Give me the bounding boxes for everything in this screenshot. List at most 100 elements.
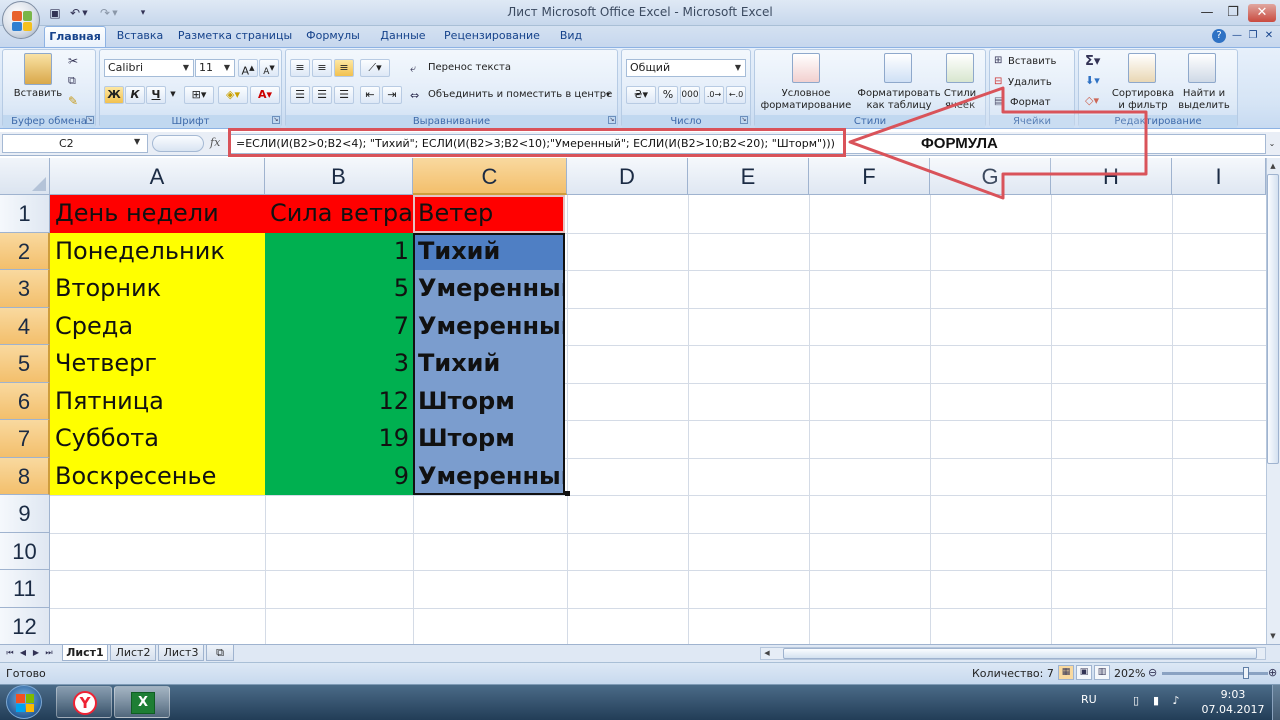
insert-function-icon[interactable]: fx <box>210 136 220 149</box>
clipboard-launcher-icon[interactable]: ↘ <box>86 116 94 124</box>
number-launcher-icon[interactable]: ↘ <box>740 116 748 124</box>
align-left-icon[interactable]: ☰ <box>290 86 310 104</box>
cell-b2[interactable]: 1 <box>265 232 413 270</box>
clock-date[interactable]: 07.04.2017 <box>1198 703 1268 716</box>
restore-icon[interactable]: ❐ <box>1222 4 1244 22</box>
insert-cells-button[interactable]: Вставить <box>1008 56 1056 68</box>
ribbon-restore-icon[interactable]: ❐ <box>1246 29 1260 43</box>
cell-a2[interactable]: Понедельник <box>50 232 265 270</box>
vertical-scroll-thumb[interactable] <box>1267 174 1279 464</box>
sheet-tab-1[interactable]: Лист1 <box>62 645 108 661</box>
cell-b5[interactable]: 3 <box>265 345 413 383</box>
row-header-9[interactable]: 9 <box>0 495 50 533</box>
tray-volume-icon[interactable]: ♪ <box>1170 694 1182 708</box>
sheet-tab-3[interactable]: Лист3 <box>158 645 204 661</box>
first-sheet-icon[interactable]: ⏮ <box>4 646 16 659</box>
wrap-text-button[interactable]: Перенос текста <box>428 62 511 74</box>
tray-network-icon[interactable]: ▮ <box>1150 694 1162 708</box>
zoom-slider[interactable] <box>1162 672 1268 675</box>
format-painter-icon[interactable]: ✎ <box>68 94 78 108</box>
orientation-icon[interactable]: ⟋▾ <box>360 59 390 77</box>
column-header-f[interactable]: F <box>809 158 930 195</box>
tab-formulas[interactable]: Формулы <box>300 26 366 47</box>
tray-language[interactable]: RU <box>1081 693 1097 706</box>
cell-c8[interactable]: Умеренный <box>413 457 563 495</box>
cell-b3[interactable]: 5 <box>265 270 413 308</box>
row-header-12[interactable]: 12 <box>0 607 50 645</box>
office-button[interactable] <box>2 1 40 39</box>
row-header-2[interactable]: 2 <box>0 232 50 270</box>
tab-view[interactable]: Вид <box>550 26 592 47</box>
tab-data[interactable]: Данные <box>372 26 434 47</box>
expand-formula-bar-icon[interactable]: ⌄ <box>1266 136 1278 152</box>
header-cell-b[interactable]: Сила ветра <box>265 195 413 233</box>
conditional-format-button[interactable]: Условное форматирование <box>756 88 856 112</box>
zoom-slider-thumb[interactable] <box>1243 667 1249 679</box>
column-header-h[interactable]: H <box>1051 158 1172 195</box>
cell-b7[interactable]: 19 <box>265 420 413 458</box>
cell-c2[interactable]: Тихий <box>413 232 563 270</box>
next-sheet-icon[interactable]: ▶ <box>30 646 42 659</box>
column-header-i[interactable]: I <box>1172 158 1266 195</box>
fill-color-icon[interactable]: ◈▾ <box>218 86 248 104</box>
row-header-8[interactable]: 8 <box>0 457 50 495</box>
header-cell-a[interactable]: День недели <box>50 195 265 233</box>
page-break-view-icon[interactable]: ▥ <box>1094 665 1110 680</box>
row-header-4[interactable]: 4 <box>0 307 50 345</box>
tab-review[interactable]: Рецензирование <box>440 26 544 47</box>
thousands-button[interactable]: 000 <box>680 86 700 104</box>
select-all-button[interactable] <box>0 158 50 195</box>
decrease-indent-icon[interactable]: ⇤ <box>360 86 380 104</box>
cell-b4[interactable]: 7 <box>265 307 413 345</box>
tab-home[interactable]: Главная <box>44 26 106 47</box>
undo-dropdown-icon[interactable]: ▼ <box>80 4 90 22</box>
cell-b6[interactable]: 12 <box>265 382 413 420</box>
row-header-5[interactable]: 5 <box>0 345 50 383</box>
cell-a7[interactable]: Суббота <box>50 420 265 458</box>
taskbar-yandex-browser[interactable]: Y <box>56 686 112 718</box>
grow-font-icon[interactable]: A▲ <box>238 59 258 78</box>
column-header-c[interactable]: C <box>413 158 567 195</box>
sheet-tab-2[interactable]: Лист2 <box>110 645 156 661</box>
prev-sheet-icon[interactable]: ◀ <box>17 646 29 659</box>
underline-button[interactable]: Ч <box>146 86 166 104</box>
column-header-b[interactable]: B <box>265 158 413 195</box>
name-box[interactable]: C2 <box>2 134 148 153</box>
align-right-icon[interactable]: ☰ <box>334 86 354 104</box>
borders-icon[interactable]: ⊞▾ <box>184 86 214 104</box>
copy-icon[interactable]: ⧉ <box>68 74 76 88</box>
cell-c3[interactable]: Умеренный <box>413 270 563 308</box>
cut-icon[interactable]: ✂ <box>68 54 78 68</box>
align-top-icon[interactable]: ≡ <box>290 59 310 77</box>
taskbar-excel[interactable]: X <box>114 686 170 718</box>
column-header-g[interactable]: G <box>930 158 1051 195</box>
format-as-table-button[interactable]: Форматировать как таблицу <box>856 88 942 112</box>
name-box-dropdown-icon[interactable]: ▼ <box>134 137 140 146</box>
font-launcher-icon[interactable]: ↘ <box>272 116 280 124</box>
delete-cells-button[interactable]: Удалить <box>1008 77 1052 89</box>
minimize-icon[interactable]: — <box>1196 4 1218 22</box>
increase-indent-icon[interactable]: ⇥ <box>382 86 402 104</box>
cell-a3[interactable]: Вторник <box>50 270 265 308</box>
cell-c7[interactable]: Шторм <box>413 420 563 458</box>
customize-qat-icon[interactable]: ▾ <box>134 4 152 22</box>
clock-time[interactable]: 9:03 <box>1203 688 1263 701</box>
row-header-7[interactable]: 7 <box>0 420 50 458</box>
horizontal-scroll-thumb[interactable] <box>783 648 1257 659</box>
row-header-3[interactable]: 3 <box>0 270 50 308</box>
font-size-select[interactable]: 11 ▼ <box>195 59 235 77</box>
clear-icon[interactable]: ◇▾ <box>1085 94 1099 107</box>
fill-handle[interactable] <box>565 491 570 496</box>
page-layout-view-icon[interactable]: ▣ <box>1076 665 1092 680</box>
scroll-down-icon[interactable]: ▼ <box>1267 629 1279 643</box>
italic-button[interactable]: К <box>125 86 145 104</box>
underline-dropdown-icon[interactable]: ▼ <box>168 86 178 104</box>
alignment-launcher-icon[interactable]: ↘ <box>608 116 616 124</box>
paste-icon[interactable] <box>24 53 52 85</box>
column-header-a[interactable]: A <box>50 158 265 195</box>
save-icon[interactable]: ▣ <box>46 4 64 22</box>
row-header-6[interactable]: 6 <box>0 382 50 420</box>
tray-usb-icon[interactable]: ▯ <box>1130 694 1142 708</box>
percent-button[interactable]: % <box>658 86 678 104</box>
zoom-out-icon[interactable]: ⊖ <box>1148 666 1157 679</box>
